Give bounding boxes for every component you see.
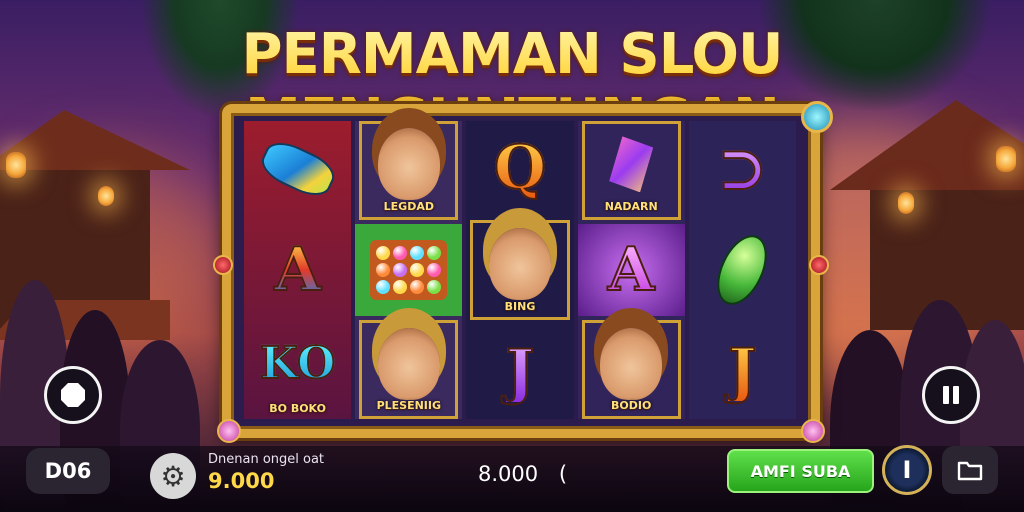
reels-grid: A KO BO BOKO LEGDAD PLESENIIG Q BING J NADARN A BO… xyxy=(244,121,797,420)
lantern xyxy=(898,192,914,214)
reel-symbol xyxy=(689,222,796,319)
letter-symbol: J xyxy=(505,336,535,407)
ruby-ornament xyxy=(213,255,233,275)
level-badge[interactable]: D06 xyxy=(26,448,110,494)
reel-symbol: NADARN xyxy=(581,121,681,220)
balance-label: Dnenan ongel oat xyxy=(208,452,325,467)
slot-frame: A KO BO BOKO LEGDAD PLESENIIG Q BING J NADARN A BO… xyxy=(213,101,833,443)
reel-symbol: BODIO xyxy=(581,320,681,420)
ball xyxy=(376,280,391,294)
bet-suffix: ( xyxy=(558,462,568,486)
ball xyxy=(427,280,442,294)
symbol-caption: PLESENIIG xyxy=(376,399,442,413)
letter-symbol: ⊃ xyxy=(716,134,768,205)
ball xyxy=(393,280,408,294)
ball xyxy=(410,246,425,260)
ball xyxy=(410,280,425,294)
reel-symbol: BING xyxy=(470,219,570,321)
ball xyxy=(427,263,442,277)
letter-symbol: J xyxy=(727,335,757,406)
symbol-caption: BO BOKO xyxy=(269,402,326,416)
character-symbol xyxy=(489,228,551,300)
level-label: D06 xyxy=(44,459,92,483)
pause-icon xyxy=(943,386,959,404)
reel-symbol: ⊃ xyxy=(689,121,796,218)
character-symbol xyxy=(377,327,440,400)
bet-value: 8.000 xyxy=(478,462,539,486)
character-symbol xyxy=(600,327,663,400)
letter-symbol: Q xyxy=(493,133,547,204)
reel-4: NADARN A BODIO xyxy=(577,121,685,420)
reel-symbol xyxy=(244,121,351,218)
crystal-symbol xyxy=(609,136,654,193)
ball xyxy=(427,246,442,260)
reel-3: Q BING J xyxy=(466,121,574,419)
reel-symbol: J xyxy=(689,322,796,419)
ball xyxy=(393,263,408,277)
ball xyxy=(410,263,425,277)
balance-value: 9.000 xyxy=(208,469,275,493)
info-badge-button[interactable]: I xyxy=(882,445,932,495)
reel-symbol: J xyxy=(466,324,573,419)
pink-gem-ornament xyxy=(801,419,825,443)
autoplay-button[interactable] xyxy=(44,366,102,424)
folder-icon xyxy=(957,461,983,481)
green-gem-symbol xyxy=(707,227,778,313)
lantern xyxy=(98,186,114,206)
ball xyxy=(393,246,408,260)
ball xyxy=(376,263,391,277)
symbol-caption: NADARN xyxy=(604,199,658,213)
reel-symbol: A xyxy=(244,222,351,319)
character-symbol xyxy=(377,128,440,201)
reel-symbol: Q xyxy=(466,121,573,216)
letter-symbol: A xyxy=(273,235,322,305)
sapphire-ornament xyxy=(801,101,833,133)
gear-icon: ⚙ xyxy=(160,459,186,493)
ball xyxy=(376,246,391,260)
symbol-caption: LEGDAD xyxy=(383,199,434,213)
symbol-caption: BODIO xyxy=(611,399,652,413)
reel-1: A KO BO BOKO xyxy=(244,121,352,419)
reel-symbol xyxy=(355,223,463,317)
reel-5: ⊃ J xyxy=(688,121,797,419)
blue-gem-symbol xyxy=(255,135,340,204)
letter-symbol: KO xyxy=(259,337,336,389)
settings-button[interactable]: ⚙ xyxy=(150,453,196,499)
reel-symbol: LEGDAD xyxy=(359,121,459,220)
ruby-ornament xyxy=(809,255,829,275)
lantern xyxy=(6,152,26,178)
letter-symbol: A xyxy=(607,235,656,305)
pause-button[interactable] xyxy=(922,366,980,424)
ball-pile-symbol xyxy=(370,240,448,300)
spin-button[interactable]: AMFI SUBA xyxy=(727,449,874,493)
reel-symbol: KO BO BOKO xyxy=(244,322,351,419)
menu-button[interactable] xyxy=(942,446,998,494)
pink-gem-ornament xyxy=(217,419,241,443)
symbol-caption: BING xyxy=(504,300,536,314)
bet-display: 8.000 ( xyxy=(478,462,567,486)
reel-symbol: PLESENIIG xyxy=(359,320,459,420)
info-badge-label: I xyxy=(902,456,912,484)
octagon-icon xyxy=(61,383,85,407)
reel-2: LEGDAD PLESENIIG xyxy=(355,121,463,420)
reel-symbol: A xyxy=(577,223,685,317)
